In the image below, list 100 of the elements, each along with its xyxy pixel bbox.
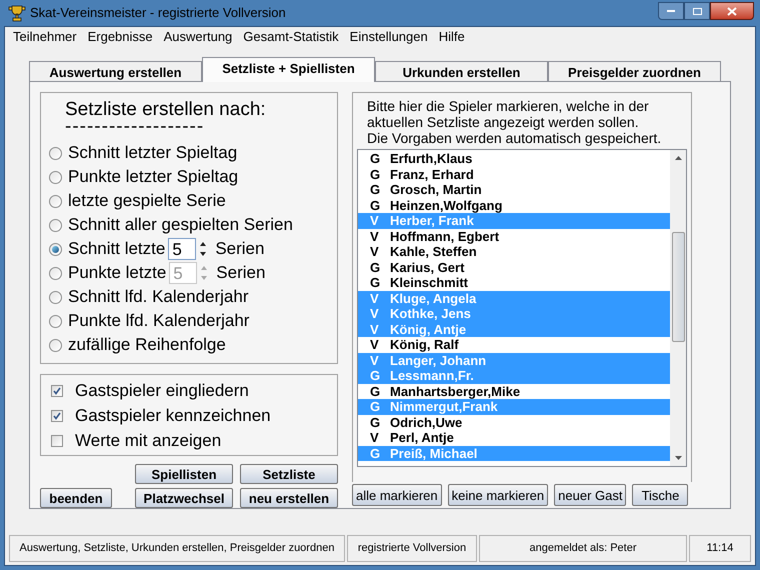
action-button[interactable]: alle markieren — [352, 484, 442, 506]
tab[interactable]: Auswertung erstellen — [29, 61, 202, 82]
scroll-thumb[interactable] — [672, 232, 684, 342]
action-button[interactable]: Tische — [632, 484, 688, 506]
menu-item[interactable]: Ergebnisse — [88, 27, 153, 47]
option-label: Punkte letzter Spieltag — [68, 166, 238, 188]
player-row[interactable]: G Heinzen,Wolfgang — [358, 198, 670, 213]
minimize-button[interactable] — [658, 2, 684, 20]
player-name: Nimmergut,Frank — [390, 399, 498, 416]
radio-button[interactable] — [49, 290, 62, 304]
tab[interactable]: Preisgelder zuordnen — [548, 61, 721, 82]
player-name: Odrich,Uwe — [390, 414, 462, 432]
player-name: Hoffmann, Egbert — [390, 228, 500, 246]
menu-item[interactable]: Auswertung — [164, 27, 232, 47]
scrollbar[interactable] — [670, 150, 686, 466]
action-button[interactable]: keine markieren — [448, 484, 548, 506]
option-label: letzte gespielte Serie — [68, 190, 226, 212]
player-row[interactable]: V Hoffmann, Egbert — [358, 228, 670, 244]
player-type: V — [370, 320, 380, 338]
exit-button[interactable]: beenden — [40, 488, 112, 508]
player-type: V — [370, 429, 380, 447]
checkbox[interactable] — [51, 410, 63, 422]
action-button[interactable]: neuer Gast — [554, 484, 626, 506]
menu-item[interactable]: Hilfe — [438, 27, 465, 47]
maximize-button[interactable] — [684, 2, 710, 20]
player-name: Langer, Johann — [390, 352, 486, 370]
radio-button[interactable] — [49, 146, 62, 160]
option-label: Serien — [216, 262, 266, 284]
player-type: G — [370, 196, 382, 214]
tab[interactable]: Urkunden erstellen — [375, 61, 548, 82]
instruction-text: Bitte hier die Spieler markieren, welche in der — [367, 98, 650, 114]
action-button[interactable]: Spiellisten — [135, 464, 233, 484]
player-row[interactable]: G Grosch, Martin — [358, 182, 670, 198]
status-field: 11:14 — [689, 535, 751, 562]
player-type: G — [370, 382, 382, 400]
menu-item[interactable]: Einstellungen — [350, 27, 428, 47]
player-name: Kahle, Steffen — [390, 244, 477, 261]
check-icon — [53, 412, 61, 420]
player-type: V — [370, 212, 380, 230]
option-label: Punkte letzte — [68, 262, 166, 284]
player-row[interactable]: G Franz, Erhard — [358, 166, 670, 182]
player-name: Preiß, Michael — [390, 445, 478, 462]
player-name: Erfurth,Klaus — [390, 150, 472, 168]
option-label: Serien — [215, 238, 264, 260]
menu-item[interactable]: Teilnehmer — [13, 27, 77, 47]
trophy-icon — [8, 4, 26, 22]
player-type: G — [370, 444, 382, 462]
status-field: Auswertung, Setzliste, Urkunden erstellen, Preisgelder zuordnen — [9, 535, 345, 562]
radio-button[interactable] — [49, 338, 62, 352]
section-heading: Setzliste erstellen nach: — [64, 99, 267, 121]
player-name: Franz, Erhard — [390, 166, 474, 184]
radio-button[interactable] — [49, 194, 62, 208]
window-title: Skat-Vereinsmeister - registrierte Vollversion — [30, 4, 286, 22]
option-label: Schnitt lfd. Kalenderjahr — [68, 286, 248, 308]
action-button[interactable]: neu erstellen — [240, 488, 338, 508]
checkbox[interactable] — [51, 384, 63, 396]
option-label: Punkte lfd. Kalenderjahr — [68, 310, 250, 332]
instruction-text: aktuellen Setzliste angezeigt werden sollen. — [367, 114, 640, 130]
radio-button[interactable] — [49, 170, 62, 184]
radio-button[interactable] — [49, 242, 62, 256]
player-type: G — [370, 181, 382, 199]
radio-button[interactable] — [49, 218, 62, 232]
checkbox-label: Werte mit anzeigen — [75, 430, 222, 452]
player-type: G — [370, 150, 382, 168]
player-row[interactable]: V Kahle, Steffen — [358, 244, 670, 260]
player-row[interactable]: G Erfurth,Klaus — [358, 151, 670, 166]
player-type: G — [370, 367, 382, 385]
player-row[interactable]: V König, Ralf — [358, 337, 670, 352]
player-name: König, Ralf — [390, 337, 459, 354]
action-button[interactable]: Platzwechsel — [135, 488, 233, 508]
player-name: König, Antje — [390, 320, 466, 339]
action-button[interactable]: Setzliste — [240, 464, 338, 484]
menu-item[interactable]: Gesamt-Statistik — [243, 27, 339, 47]
player-type: V — [370, 336, 380, 354]
option-label: Schnitt letzter Spieltag — [68, 142, 238, 164]
player-name: Grosch, Martin — [390, 181, 482, 199]
checkbox[interactable] — [51, 434, 63, 446]
player-row[interactable]: G Kleinschmitt — [358, 275, 670, 290]
tab[interactable]: Setzliste + Spiellisten — [202, 57, 375, 82]
player-row[interactable]: G Manhartsberger,Mike — [358, 384, 670, 399]
radio-button[interactable] — [49, 314, 62, 328]
option-label: zufällige Reihenfolge — [68, 334, 226, 356]
player-name: Kothke, Jens — [390, 306, 471, 323]
player-name: Lessmann,Fr. — [390, 368, 474, 385]
player-row[interactable]: G Odrich,Uwe — [358, 414, 670, 430]
check-icon — [53, 386, 61, 394]
player-name: Heinzen,Wolfgang — [390, 196, 502, 215]
player-name: Kleinschmitt — [390, 274, 468, 292]
player-type: G — [370, 414, 382, 432]
option-label: Schnitt letzte — [68, 238, 166, 260]
player-type: V — [370, 305, 380, 323]
status-field: angemeldet als: Peter — [479, 535, 687, 562]
player-row[interactable]: V Perl, Antje — [358, 430, 670, 446]
close-button[interactable] — [710, 2, 754, 20]
player-type: G — [370, 166, 382, 184]
number-field[interactable]: 5 — [168, 238, 196, 260]
player-row[interactable]: G Karius, Gert — [358, 260, 670, 275]
number-spinner[interactable]: 5 — [168, 238, 208, 260]
checkbox-label: Gastspieler eingliedern — [75, 380, 249, 402]
player-name: Kluge, Angela — [390, 290, 476, 308]
